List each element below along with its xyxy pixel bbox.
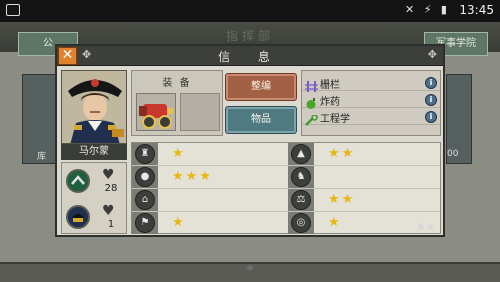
cannon-icon bbox=[139, 104, 173, 129]
attribute-icon-cell: ▲ bbox=[288, 143, 314, 165]
horse-icon: ♞ bbox=[291, 167, 311, 187]
background-left-card: 库 bbox=[22, 74, 56, 164]
attribute-stars: ★★ bbox=[328, 146, 356, 161]
attribute-stars: ★ bbox=[172, 215, 186, 230]
general-portrait bbox=[61, 70, 127, 144]
attribute-row: ● ★★★ ♞ bbox=[132, 166, 440, 189]
header-ornament-right: ✥ bbox=[427, 48, 437, 61]
tech-info-button[interactable]: i bbox=[425, 94, 437, 106]
tech-name: 炸药 bbox=[320, 97, 340, 108]
attributes-panel: ♜ ★ ▲ ★★ ● ★★★ ♞ ⌂ ⚖ ★★ ⚑ ★ ◎ ★ ● ● bbox=[131, 142, 441, 234]
tech-name: 栅栏 bbox=[320, 80, 340, 91]
equipment-label: 装 备 bbox=[162, 78, 192, 89]
attribute-icon-cell: ● bbox=[132, 166, 158, 188]
attribute-row: ⌂ ⚖ ★★ bbox=[132, 189, 440, 212]
tech-info-button[interactable]: i bbox=[425, 111, 437, 123]
background-right-card: 00 bbox=[446, 74, 472, 164]
flag-icon: ⚑ bbox=[135, 213, 155, 233]
status-icons: ✕ ⚡ ▮ bbox=[405, 3, 450, 16]
tech-item-explosives[interactable]: 炸药 i bbox=[302, 92, 440, 109]
dialog-title: 信 息 bbox=[218, 50, 282, 64]
attribute-icon-cell: ◎ bbox=[288, 212, 314, 234]
attribute-row: ♜ ★ ▲ ★★ bbox=[132, 143, 440, 166]
attribute-icon-cell: ♞ bbox=[288, 166, 314, 188]
wrench-icon bbox=[305, 111, 318, 126]
tech-list: 栅栏 i 炸药 i 工程学 i bbox=[301, 70, 441, 136]
heart-icon: ♥ bbox=[102, 167, 115, 183]
attribute-stars: ★★★ bbox=[172, 169, 213, 184]
cannon-icon: ● bbox=[135, 167, 155, 187]
tech-item-fence[interactable]: 栅栏 i bbox=[302, 75, 440, 92]
fence-icon bbox=[305, 77, 318, 92]
attribute-stars: ★ bbox=[328, 215, 342, 230]
scales-icon: ⚖ bbox=[291, 190, 311, 210]
attribute-icon-cell: ⚖ bbox=[288, 189, 314, 211]
attribute-stars: ★★ bbox=[328, 192, 356, 207]
infantry-badge-icon bbox=[66, 205, 90, 229]
background-left-card-label: 库 bbox=[37, 152, 47, 162]
dialog-header: ✕ ✥ 信 息 ✥ bbox=[57, 46, 443, 66]
general-stats: ♥ 28 ♥ 1 bbox=[61, 162, 127, 234]
target-icon: ◎ bbox=[291, 213, 311, 233]
background-right-card-label: 00 bbox=[447, 149, 459, 159]
equipment-slot-2[interactable] bbox=[180, 93, 220, 131]
items-button[interactable]: 物品 bbox=[225, 106, 297, 134]
organize-button[interactable]: 整编 bbox=[225, 73, 297, 101]
general-portrait-image bbox=[62, 71, 126, 143]
page-indicator: ● ● bbox=[417, 222, 434, 231]
tech-info-button[interactable]: i bbox=[425, 77, 437, 89]
camp-icon: ⌂ bbox=[135, 190, 155, 210]
stat-value: 1 bbox=[107, 219, 115, 230]
attribute-stars: ★ bbox=[172, 146, 186, 161]
tech-item-engineering[interactable]: 工程学 i bbox=[302, 109, 440, 126]
infantry-icon: ♜ bbox=[135, 144, 155, 164]
stat-value: 28 bbox=[104, 183, 118, 194]
attribute-icon-cell: ⌂ bbox=[132, 189, 158, 211]
tech-name: 工程学 bbox=[320, 114, 350, 125]
info-dialog: ✕ ✥ 信 息 ✥ 马尔蒙 装 备 整编 物品 栅栏 i 炸药 i 工程学 i … bbox=[55, 44, 445, 237]
heart-plus-icon: ♥ bbox=[102, 203, 115, 219]
cavalry-badge-icon bbox=[66, 169, 90, 193]
attribute-row: ⚑ ★ ◎ ★ bbox=[132, 212, 440, 235]
attribute-icon-cell: ♜ bbox=[132, 143, 158, 165]
clock: 13:45 bbox=[459, 3, 494, 17]
general-name: 马尔蒙 bbox=[61, 144, 127, 160]
footer-ornament: ❖ bbox=[245, 264, 255, 274]
cavalry-icon: ▲ bbox=[291, 144, 311, 164]
notification-icon bbox=[6, 4, 20, 16]
bomb-icon bbox=[305, 94, 318, 109]
equipment-panel: 装 备 bbox=[131, 70, 223, 136]
status-bar: ✕ ⚡ ▮ 13:45 bbox=[0, 0, 500, 22]
attribute-icon-cell: ⚑ bbox=[132, 212, 158, 234]
equipment-slot-1[interactable] bbox=[136, 93, 176, 131]
